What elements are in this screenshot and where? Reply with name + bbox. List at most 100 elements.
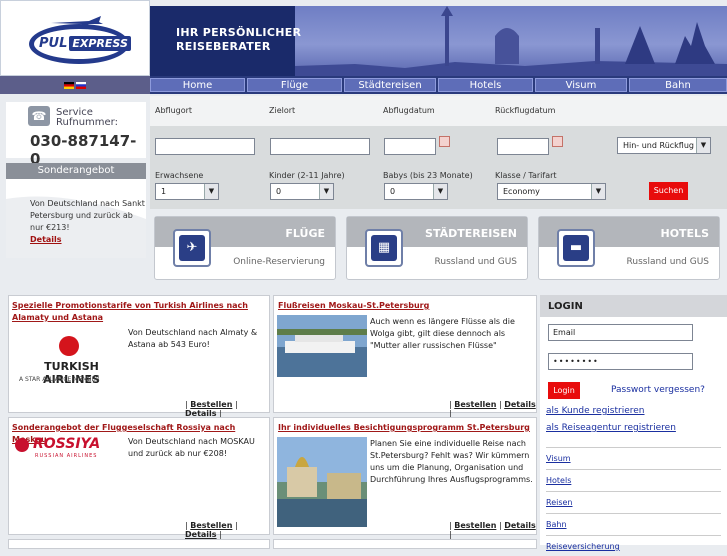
- card-subtitle: Russland und GUS: [626, 257, 709, 267]
- class-select[interactable]: Economy ▼: [497, 183, 606, 200]
- search-button[interactable]: Suchen: [649, 182, 688, 200]
- promo-rossiya: Sonderangebot der Fluggeselschaft Rossiy…: [8, 417, 270, 539]
- main-nav: Home Flüge Städtereisen Hotels Visum Bah…: [0, 76, 727, 94]
- promo-title[interactable]: Ihr individuelles Besichtigungsprogramm …: [278, 422, 530, 434]
- bestellen-link[interactable]: Bestellen: [454, 521, 496, 530]
- special-offer-box: Sonderangebot Von Deutschland nach Sankt…: [6, 163, 146, 258]
- sidebar-item-bahn[interactable]: Bahn: [546, 513, 721, 534]
- banner-cityscape: [295, 6, 727, 76]
- nav-fluege[interactable]: Flüge: [247, 78, 342, 92]
- from-label: Abflugort: [155, 106, 193, 115]
- special-offer-details-link[interactable]: Details: [30, 235, 62, 244]
- adults-label: Erwachsene: [155, 171, 204, 180]
- bestellen-link[interactable]: Bestellen: [454, 400, 496, 409]
- bestellen-link[interactable]: Bestellen: [190, 521, 232, 530]
- promo-title[interactable]: Spezielle Promotionstarife von Turkish A…: [12, 300, 268, 324]
- email-input[interactable]: Email: [548, 324, 693, 341]
- depart-calendar-icon[interactable]: [439, 136, 450, 147]
- to-label: Zielort: [269, 106, 296, 115]
- forgot-password-link[interactable]: Passwort vergessen?: [611, 385, 705, 395]
- banner-title-line1: IHR PERSÖNLICHER: [176, 26, 302, 39]
- details-link[interactable]: Details: [504, 521, 536, 530]
- class-label: Klasse / Tarifart: [495, 171, 557, 180]
- nav-bahn[interactable]: Bahn: [629, 78, 727, 92]
- turkish-airlines-emblem-icon: [59, 336, 79, 356]
- depart-date-input[interactable]: [384, 138, 436, 155]
- promo-text: Auch wenn es längere Flüsse als die Wolg…: [370, 317, 515, 350]
- password-input[interactable]: ••••••••: [548, 353, 693, 370]
- promo-text: Planen Sie eine individuelle Reise nach …: [370, 439, 533, 484]
- details-link[interactable]: Details: [185, 530, 217, 539]
- logo-accent: EXPRESS: [69, 35, 131, 51]
- flight-search-form: Abflugort Zielort Abflugdatum Rückflugda…: [150, 96, 727, 209]
- card-title: HOTELS: [660, 227, 709, 240]
- adults-select[interactable]: 1 ▼: [155, 183, 219, 200]
- phone-icon: ☎: [28, 106, 50, 126]
- card-staedtereisen[interactable]: STÄDTEREISEN Russland und GUS ▦: [346, 216, 528, 280]
- depart-label: Abflugdatum: [383, 106, 435, 115]
- nav-visum[interactable]: Visum: [535, 78, 627, 92]
- service-hotline: ☎ Service Rufnummer: 030-887147- 0: [6, 102, 146, 168]
- banner-title: IHR PERSÖNLICHER REISEBERATER: [176, 26, 301, 54]
- login-button[interactable]: Login: [548, 382, 580, 399]
- login-title: LOGIN: [540, 295, 727, 317]
- bed-icon: ▬: [563, 235, 589, 261]
- logo[interactable]: PUL EXPRESS: [0, 0, 150, 76]
- rossiya-emblem-icon: [15, 438, 29, 452]
- children-label: Kinder (2-11 Jahre): [269, 171, 345, 180]
- card-hotels[interactable]: HOTELS Russland und GUS ▬: [538, 216, 720, 280]
- card-title: STÄDTEREISEN: [425, 227, 517, 240]
- promo-st-petersburg: Ihr individuelles Besichtigungsprogramm …: [273, 417, 537, 539]
- german-flag-icon[interactable]: [64, 81, 74, 89]
- babies-label: Babys (bis 23 Monate): [383, 171, 473, 180]
- card-fluege[interactable]: FLÜGE Online-Reservierung ✈: [154, 216, 336, 280]
- sidebar-item-hotels[interactable]: Hotels: [546, 469, 721, 490]
- bestellen-link[interactable]: Bestellen: [190, 400, 232, 409]
- to-input[interactable]: [270, 138, 370, 155]
- rossiya-wordmark: ROSSIYA: [33, 436, 101, 452]
- card-subtitle: Online-Reservierung: [233, 257, 325, 267]
- service-label: Service Rufnummer:: [56, 107, 118, 128]
- sidebar-item-reisen[interactable]: Reisen: [546, 491, 721, 512]
- return-label: Rückflugdatum: [495, 106, 556, 115]
- nav-hotels[interactable]: Hotels: [438, 78, 533, 92]
- rossiya-logo: ROSSIYA RUSSIAN AIRLINES: [13, 436, 123, 460]
- rossiya-subtitle: RUSSIAN AIRLINES: [35, 453, 98, 459]
- form-header-band: [150, 96, 727, 126]
- promo-text: Von Deutschland nach MOSKAU und zurück a…: [128, 437, 255, 458]
- special-offer-title: Sonderangebot: [6, 163, 146, 179]
- nav-staedtereisen[interactable]: Städtereisen: [344, 78, 436, 92]
- chevron-down-icon: ▼: [319, 184, 333, 199]
- logo-text: PUL EXPRESS: [25, 35, 133, 51]
- turkish-airlines-logo: TURKISH AIRLINES A STAR ALLIANCE MEMBER: [19, 336, 124, 386]
- sidebar-item-visum[interactable]: Visum: [546, 447, 721, 468]
- trip-type-select[interactable]: Hin- und Rückflug ▼: [617, 137, 711, 154]
- register-agency-link[interactable]: als Reiseagentur registrieren: [546, 423, 676, 433]
- header-banner: IHR PERSÖNLICHER REISEBERATER: [150, 6, 727, 76]
- register-customer-link[interactable]: als Kunde registrieren: [546, 406, 645, 416]
- promo-text: Von Deutschland nach Almaty & Astana ab …: [128, 328, 258, 349]
- chevron-down-icon: ▼: [433, 184, 447, 199]
- promo-actions: | Bestellen | Details |: [185, 521, 238, 539]
- promo-title[interactable]: Flußreisen Moskau-St.Petersburg: [278, 300, 429, 312]
- sidebar-item-reiseversicherung[interactable]: Reiseversicherung: [546, 535, 721, 556]
- russian-flag-icon[interactable]: [76, 81, 86, 89]
- children-select[interactable]: 0 ▼: [270, 183, 334, 200]
- river-ship-photo: [277, 315, 367, 377]
- babies-select[interactable]: 0 ▼: [384, 183, 448, 200]
- star-alliance-text: A STAR ALLIANCE MEMBER: [19, 376, 100, 383]
- from-input[interactable]: [155, 138, 255, 155]
- promo-actions: | Bestellen | Details |: [185, 400, 238, 418]
- promo-actions: | Bestellen | Details |: [449, 400, 536, 418]
- card-icon-frame: ▬: [557, 229, 595, 267]
- promo-actions: | Bestellen | Details |: [449, 521, 536, 539]
- chevron-down-icon: ▼: [591, 184, 605, 199]
- return-calendar-icon[interactable]: [552, 136, 563, 147]
- promo-partial: [273, 539, 537, 549]
- details-link[interactable]: Details: [504, 400, 536, 409]
- city-icon: ▦: [371, 235, 397, 261]
- login-panel: LOGIN Email •••••••• Login Passwort verg…: [540, 295, 727, 551]
- return-date-input[interactable]: [497, 138, 549, 155]
- nav-home[interactable]: Home: [150, 78, 245, 92]
- special-offer-text: Von Deutschland nach Sankt Petersburg un…: [30, 199, 145, 232]
